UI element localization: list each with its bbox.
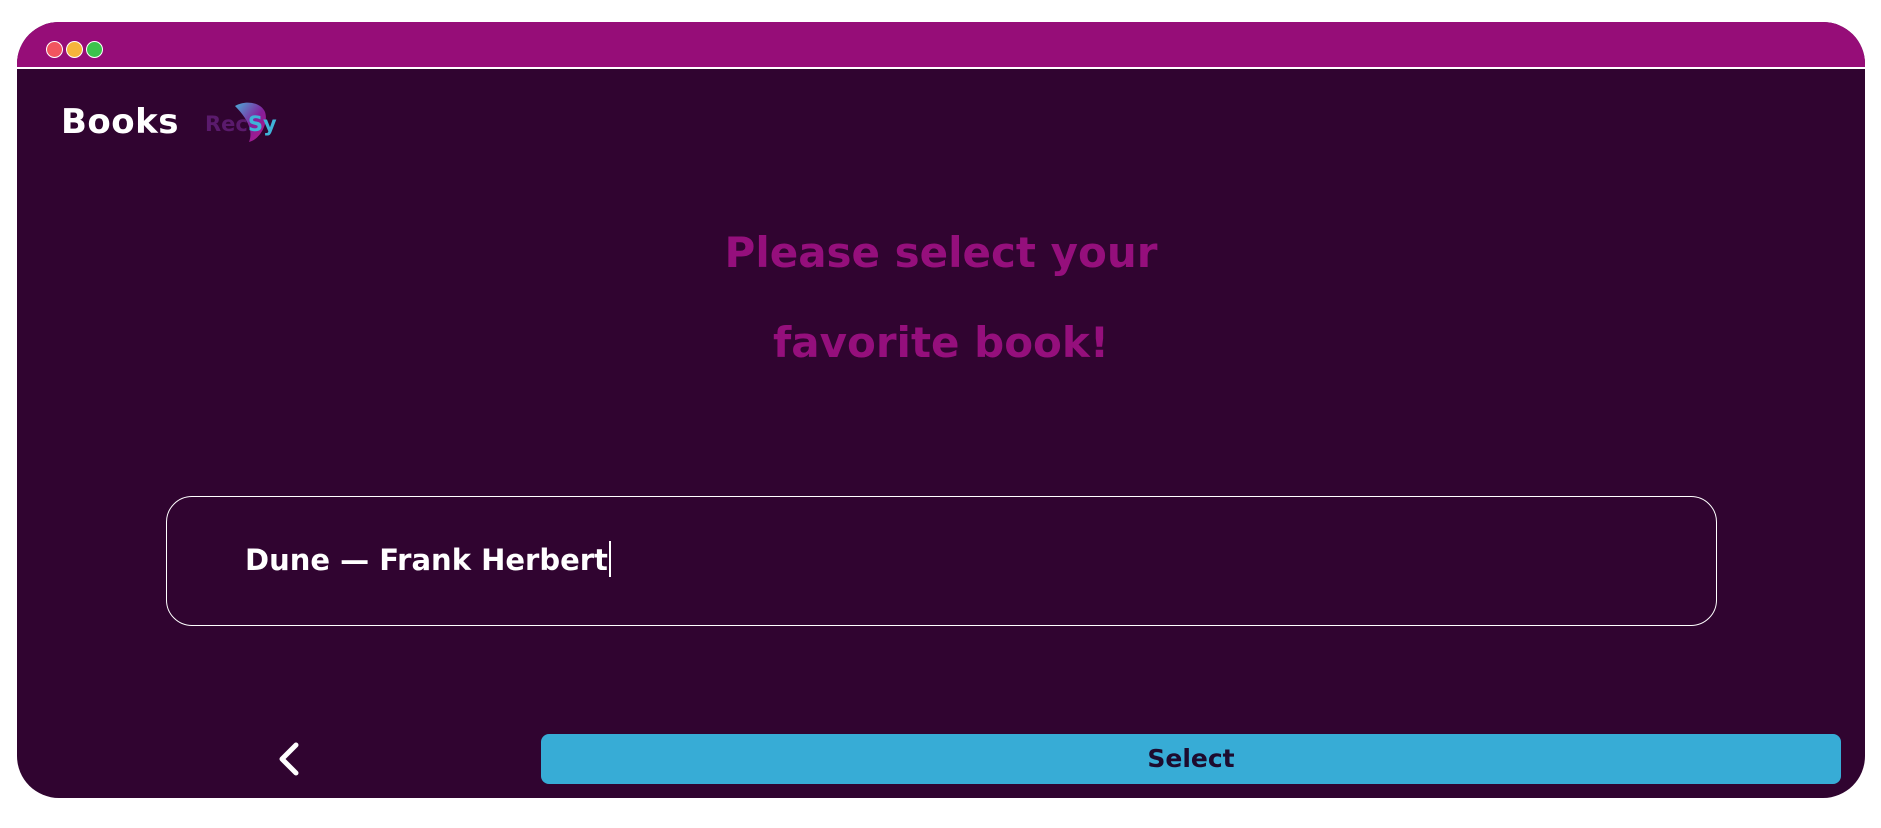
chevron-left-icon	[279, 742, 299, 776]
recsy-logo: RecSy	[205, 98, 285, 146]
page-heading-line1: Please select your	[724, 228, 1158, 277]
app-title: Books	[61, 102, 179, 142]
book-input-text: Dune — Frank Herbert	[245, 543, 608, 577]
logo-text: RecSy	[205, 112, 277, 136]
app-window: Books RecSy Please select your favorite …	[17, 22, 1865, 798]
close-window-button[interactable]	[46, 41, 63, 58]
text-caret	[608, 541, 611, 577]
minimize-window-button[interactable]	[66, 41, 83, 58]
maximize-window-button[interactable]	[86, 41, 103, 58]
back-button[interactable]	[265, 734, 315, 784]
window-titlebar	[17, 22, 1865, 69]
page-heading-line2: favorite book!	[773, 318, 1109, 367]
logo-text-part2: Sy	[247, 112, 277, 136]
logo-text-part1: Rec	[205, 112, 248, 136]
book-search-input[interactable]: Dune — Frank Herbert	[166, 496, 1717, 626]
select-button[interactable]: Select	[541, 734, 1841, 784]
book-input-value: Dune — Frank Herbert	[245, 541, 611, 577]
